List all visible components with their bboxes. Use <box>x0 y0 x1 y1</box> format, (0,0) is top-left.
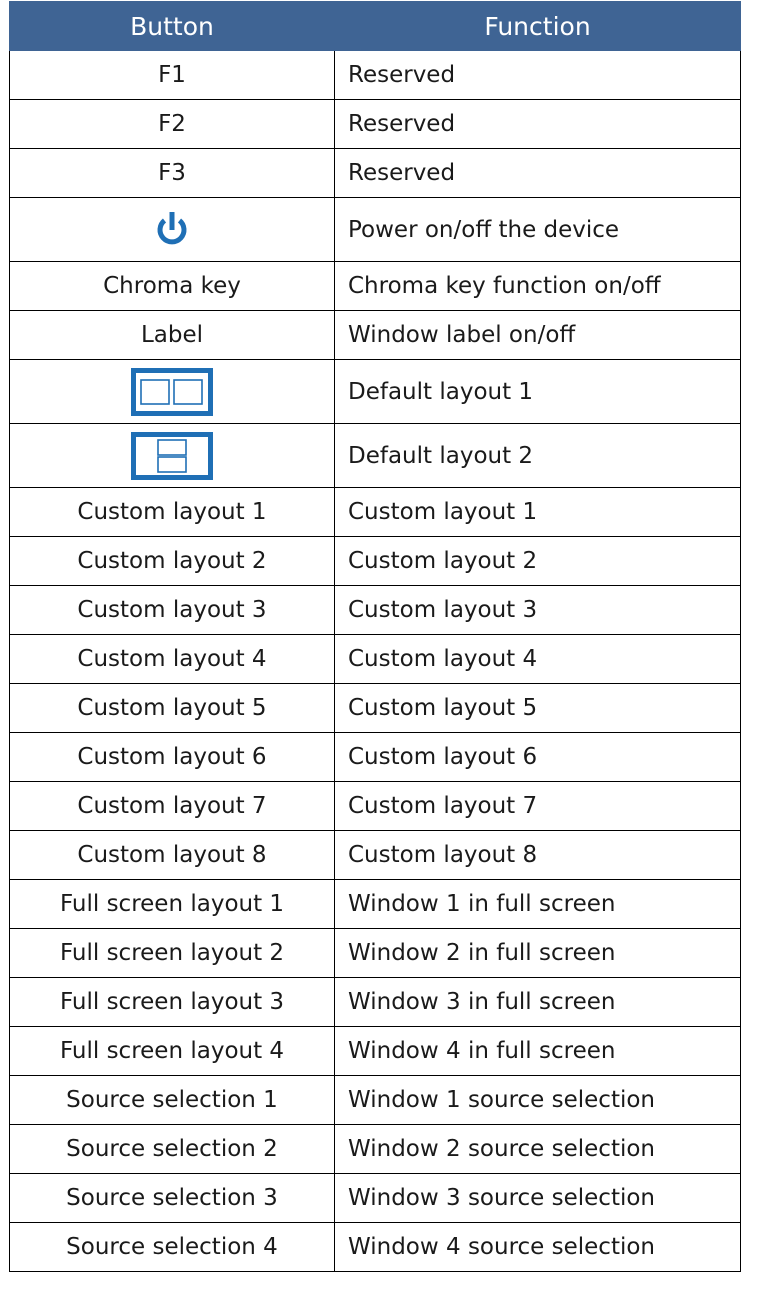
button-cell: Custom layout 2 <box>9 536 335 586</box>
button-cell: Source selection 2 <box>9 1124 335 1174</box>
function-cell: Power on/off the device <box>334 197 741 262</box>
table-row: Source selection 2 Window 2 source selec… <box>9 1124 741 1174</box>
table-row: Custom layout 5 Custom layout 5 <box>9 683 741 733</box>
function-cell: Custom layout 2 <box>334 536 741 586</box>
header-function: Function <box>334 1 741 51</box>
button-cell: Full screen layout 3 <box>9 977 335 1027</box>
button-cell: Full screen layout 4 <box>9 1026 335 1076</box>
table-row: Full screen layout 4 Window 4 in full sc… <box>9 1026 741 1076</box>
function-cell: Reserved <box>334 50 741 100</box>
button-cell: Full screen layout 2 <box>9 928 335 978</box>
function-cell: Custom layout 7 <box>334 781 741 831</box>
table-row: Custom layout 4 Custom layout 4 <box>9 634 741 684</box>
function-cell: Custom layout 3 <box>334 585 741 635</box>
function-cell: Custom layout 5 <box>334 683 741 733</box>
function-cell: Default layout 1 <box>334 359 741 424</box>
function-cell: Window 3 in full screen <box>334 977 741 1027</box>
function-cell: Window 4 source selection <box>334 1222 741 1272</box>
function-cell: Custom layout 8 <box>334 830 741 880</box>
function-cell: Default layout 2 <box>334 423 741 488</box>
table-row: Full screen layout 1 Window 1 in full sc… <box>9 879 741 929</box>
button-cell <box>9 197 335 262</box>
function-cell: Window 2 source selection <box>334 1124 741 1174</box>
button-cell <box>9 423 335 488</box>
button-cell: F3 <box>9 148 335 198</box>
function-cell: Window label on/off <box>334 310 741 360</box>
table-row: F2 Reserved <box>9 99 741 149</box>
table-row: Default layout 1 <box>9 359 741 424</box>
button-cell: Source selection 1 <box>9 1075 335 1125</box>
table-row: Full screen layout 2 Window 2 in full sc… <box>9 928 741 978</box>
button-cell: Custom layout 8 <box>9 830 335 880</box>
table-row: Custom layout 1 Custom layout 1 <box>9 487 741 537</box>
button-cell: Full screen layout 1 <box>9 879 335 929</box>
button-cell: Source selection 3 <box>9 1173 335 1223</box>
table-header-row: Button Function <box>9 1 741 51</box>
button-cell: Source selection 4 <box>9 1222 335 1272</box>
table-row: Custom layout 6 Custom layout 6 <box>9 732 741 782</box>
function-cell: Custom layout 1 <box>334 487 741 537</box>
side-by-side-layout-icon <box>131 367 213 416</box>
power-icon <box>154 210 190 250</box>
button-cell: Custom layout 1 <box>9 487 335 537</box>
table-row: Source selection 4 Window 4 source selec… <box>9 1222 741 1272</box>
function-cell: Window 1 in full screen <box>334 879 741 929</box>
stacked-layout-icon <box>131 431 213 480</box>
function-cell: Window 1 source selection <box>334 1075 741 1125</box>
button-cell: Chroma key <box>9 261 335 311</box>
table-row: Full screen layout 3 Window 3 in full sc… <box>9 977 741 1027</box>
function-cell: Chroma key function on/off <box>334 261 741 311</box>
function-cell: Window 2 in full screen <box>334 928 741 978</box>
table-row: Source selection 3 Window 3 source selec… <box>9 1173 741 1223</box>
function-cell: Window 3 source selection <box>334 1173 741 1223</box>
table-row: Custom layout 2 Custom layout 2 <box>9 536 741 586</box>
function-cell: Reserved <box>334 148 741 198</box>
table-row: Source selection 1 Window 1 source selec… <box>9 1075 741 1125</box>
button-cell: Label <box>9 310 335 360</box>
button-cell: F2 <box>9 99 335 149</box>
button-cell <box>9 359 335 424</box>
button-function-table: Button Function F1 Reserved F2 Reserved … <box>9 1 741 1272</box>
table-row: Default layout 2 <box>9 423 741 488</box>
function-cell: Window 4 in full screen <box>334 1026 741 1076</box>
button-cell: Custom layout 4 <box>9 634 335 684</box>
function-cell: Custom layout 6 <box>334 732 741 782</box>
function-cell: Custom layout 4 <box>334 634 741 684</box>
header-button: Button <box>9 1 335 51</box>
table-row: Label Window label on/off <box>9 310 741 360</box>
button-cell: Custom layout 5 <box>9 683 335 733</box>
table-row: Power on/off the device <box>9 197 741 262</box>
button-cell: F1 <box>9 50 335 100</box>
table-row: F1 Reserved <box>9 50 741 100</box>
table-row: F3 Reserved <box>9 148 741 198</box>
table-row: Chroma key Chroma key function on/off <box>9 261 741 311</box>
table-row: Custom layout 7 Custom layout 7 <box>9 781 741 831</box>
button-cell: Custom layout 3 <box>9 585 335 635</box>
button-cell: Custom layout 7 <box>9 781 335 831</box>
table-row: Custom layout 8 Custom layout 8 <box>9 830 741 880</box>
function-cell: Reserved <box>334 99 741 149</box>
button-cell: Custom layout 6 <box>9 732 335 782</box>
table-row: Custom layout 3 Custom layout 3 <box>9 585 741 635</box>
